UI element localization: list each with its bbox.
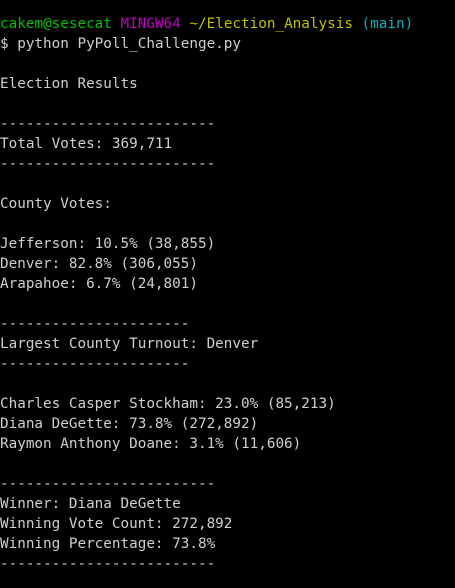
winning-percentage: Winning Percentage: 73.8% (0, 536, 216, 552)
command-line: $ python PyPoll_Challenge.py (0, 34, 455, 54)
command-text: python PyPoll_Challenge.py (17, 36, 242, 52)
candidate-result: Charles Casper Stockham: 23.0% (85,213) (0, 396, 336, 412)
county-votes-header: County Votes: (0, 196, 112, 212)
county-result: Denver: 82.8% (306,055) (0, 256, 198, 272)
prompt-system: MINGW64 (120, 16, 181, 32)
county-result: Jefferson: 10.5% (38,855) (0, 236, 216, 252)
separator: ---------------------- (0, 356, 190, 372)
terminal-window[interactable]: cakem@sesecat MINGW64 ~/Election_Analysi… (0, 14, 455, 574)
candidate-result: Raymon Anthony Doane: 3.1% (11,606) (0, 436, 302, 452)
separator: ------------------------- (0, 156, 216, 172)
county-result: Arapahoe: 6.7% (24,801) (0, 276, 198, 292)
results-title: Election Results (0, 76, 138, 92)
prompt-line: cakem@sesecat MINGW64 ~/Election_Analysi… (0, 14, 455, 34)
prompt-path: ~/Election_Analysis (189, 16, 353, 32)
separator: ------------------------- (0, 556, 216, 572)
separator: ------------------------- (0, 476, 216, 492)
prompt-symbol: $ (0, 36, 9, 52)
total-votes: Total Votes: 369,711 (0, 136, 173, 152)
largest-county-turnout: Largest County Turnout: Denver (0, 336, 259, 352)
winner: Winner: Diana DeGette (0, 496, 181, 512)
separator: ---------------------- (0, 316, 190, 332)
separator: ------------------------- (0, 116, 216, 132)
prompt-user: cakem@sesecat (0, 16, 112, 32)
prompt-branch: (main) (361, 16, 414, 32)
winning-vote-count: Winning Vote Count: 272,892 (0, 516, 233, 532)
candidate-result: Diana DeGette: 73.8% (272,892) (0, 416, 259, 432)
